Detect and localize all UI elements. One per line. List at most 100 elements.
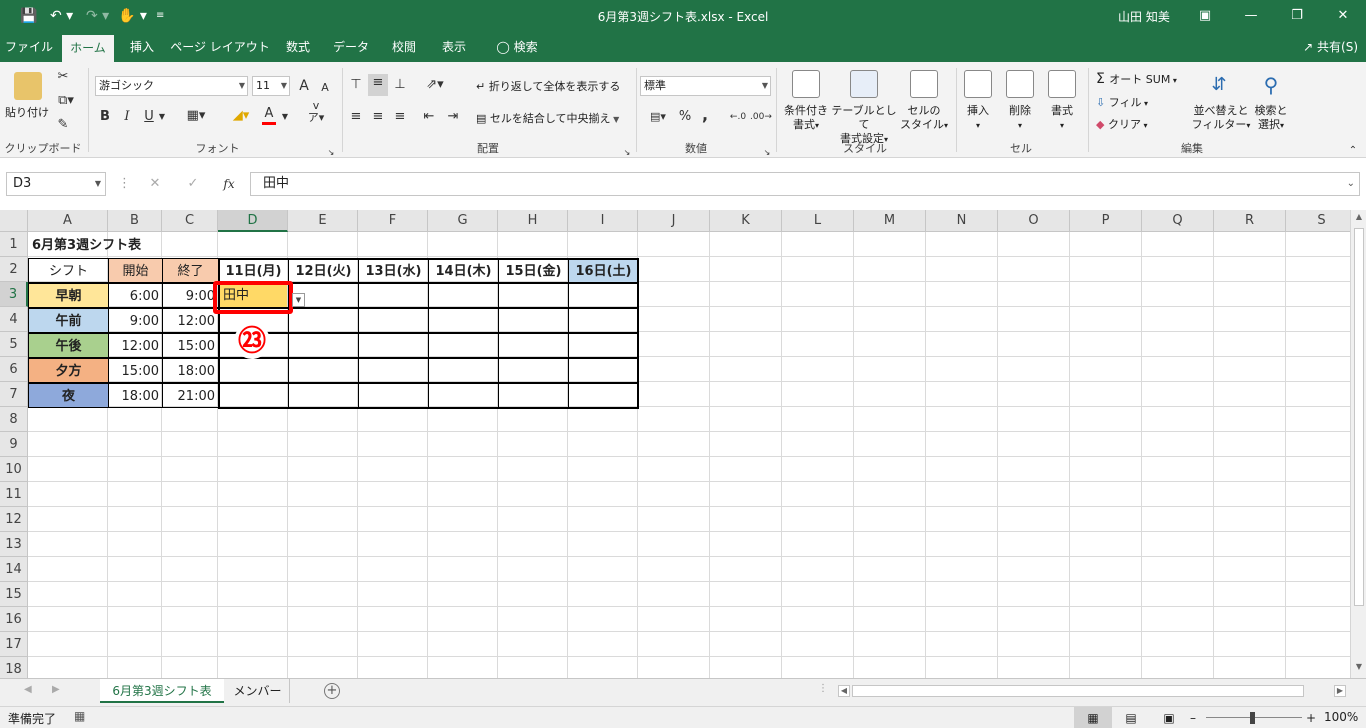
schedule-cell[interactable] xyxy=(498,308,569,333)
schedule-cell[interactable] xyxy=(568,308,639,333)
column-header[interactable]: F xyxy=(358,210,428,232)
row-header[interactable]: 16 xyxy=(0,607,28,632)
column-header[interactable]: Q xyxy=(1142,210,1214,232)
format-cells-icon[interactable] xyxy=(1048,70,1076,98)
minimize-button[interactable]: — xyxy=(1228,0,1274,32)
chevron-down-icon[interactable]: ▼ xyxy=(280,108,290,126)
schedule-cell[interactable] xyxy=(358,383,429,408)
delete-cells-button[interactable]: 削除 ▾ xyxy=(1000,104,1040,133)
column-header[interactable]: B xyxy=(108,210,162,232)
tab-file[interactable]: ファイル xyxy=(0,32,58,62)
row-header[interactable]: 9 xyxy=(0,432,28,457)
shift-end-cell[interactable]: 9:00 xyxy=(162,283,219,308)
schedule-cell[interactable] xyxy=(568,283,639,308)
schedule-cell[interactable] xyxy=(288,333,359,358)
shift-end-cell[interactable]: 18:00 xyxy=(162,358,219,383)
schedule-cell[interactable] xyxy=(498,383,569,408)
orientation-icon[interactable]: ⇗▾ xyxy=(420,76,450,94)
row-header[interactable]: 3 xyxy=(0,282,28,307)
tab-data[interactable]: データ xyxy=(326,32,376,62)
copy-icon[interactable]: ⧉▾ xyxy=(54,92,78,110)
share-button[interactable]: ↗ 共有(S) xyxy=(1303,32,1358,62)
column-header[interactable]: G xyxy=(428,210,498,232)
schedule-cell[interactable] xyxy=(358,333,429,358)
schedule-cell[interactable] xyxy=(568,358,639,383)
scroll-right-icon[interactable]: ▶ xyxy=(1334,685,1346,697)
add-sheet-icon[interactable]: + xyxy=(324,683,340,699)
percent-style-button[interactable]: % xyxy=(678,108,692,126)
dropdown-arrow-icon[interactable]: ▼ xyxy=(292,293,305,307)
scroll-left-icon[interactable]: ◀ xyxy=(838,685,850,697)
normal-view-icon[interactable]: ▦ xyxy=(1074,707,1112,728)
tab-scroll-left-icon[interactable]: ◀ xyxy=(24,684,32,695)
collapse-ribbon-icon[interactable]: ⌃ xyxy=(1346,142,1360,160)
row-header[interactable]: 17 xyxy=(0,632,28,657)
sheet-tab-active[interactable]: 6月第3週シフト表 xyxy=(100,679,224,703)
scroll-up-icon[interactable]: ▲ xyxy=(1353,212,1365,224)
tab-formulas[interactable]: 数式 xyxy=(276,32,320,62)
schedule-cell[interactable] xyxy=(428,358,499,383)
format-painter-icon[interactable]: ✎ xyxy=(54,116,72,134)
row-header[interactable]: 6 xyxy=(0,357,28,382)
vertical-scroll-thumb[interactable] xyxy=(1354,228,1364,606)
column-header[interactable]: L xyxy=(782,210,854,232)
schedule-cell[interactable] xyxy=(218,358,289,383)
delete-cells-icon[interactable] xyxy=(1006,70,1034,98)
format-as-table-icon[interactable] xyxy=(850,70,878,98)
comma-style-button[interactable]: , xyxy=(700,106,710,124)
insert-cells-icon[interactable] xyxy=(964,70,992,98)
column-header[interactable]: C xyxy=(162,210,218,232)
align-top-icon[interactable]: ⊤ xyxy=(348,76,364,94)
conditional-format-icon[interactable] xyxy=(792,70,820,98)
zoom-in-icon[interactable]: + xyxy=(1306,707,1316,728)
grow-font-icon[interactable]: A xyxy=(297,77,311,95)
paste-button[interactable]: 貼り付け xyxy=(4,106,50,120)
format-cells-button[interactable]: 書式 ▾ xyxy=(1042,104,1082,133)
zoom-out-icon[interactable]: – xyxy=(1190,707,1200,728)
schedule-cell[interactable] xyxy=(288,308,359,333)
vertical-scrollbar[interactable]: ▲ ▼ xyxy=(1350,210,1366,678)
bold-button[interactable]: B xyxy=(98,108,112,126)
confirm-entry-icon[interactable]: ✓ xyxy=(184,175,202,193)
dialog-launcher-icon[interactable]: ↘ xyxy=(622,144,632,162)
ribbon-display-icon[interactable]: ▣ xyxy=(1182,0,1228,32)
shift-name-cell[interactable]: 午前 xyxy=(28,308,109,333)
conditional-format-button[interactable]: 条件付き 書式▾ xyxy=(778,104,834,133)
cancel-entry-icon[interactable]: ✕ xyxy=(146,175,164,193)
tab-home[interactable]: ホーム xyxy=(62,35,114,62)
sheet-title-cell[interactable]: 6月第3週シフト表 xyxy=(29,233,218,258)
border-icon[interactable]: ▦▾ xyxy=(184,107,208,125)
shift-start-cell[interactable]: 12:00 xyxy=(108,333,163,358)
drag-handle-icon[interactable]: ⋮ xyxy=(118,175,131,193)
column-header[interactable]: D xyxy=(218,210,288,232)
column-header[interactable]: O xyxy=(998,210,1070,232)
shift-start-cell[interactable]: 6:00 xyxy=(108,283,163,308)
schedule-cell[interactable] xyxy=(428,383,499,408)
user-name[interactable]: 山田 知美 xyxy=(1118,8,1170,25)
column-header[interactable]: P xyxy=(1070,210,1142,232)
close-button[interactable]: ✕ xyxy=(1320,0,1366,32)
column-header[interactable]: H xyxy=(498,210,568,232)
schedule-cell[interactable] xyxy=(288,383,359,408)
cut-icon[interactable]: ✂ xyxy=(54,68,72,86)
row-header[interactable]: 13 xyxy=(0,532,28,557)
font-color-icon[interactable]: A xyxy=(262,106,276,125)
formula-input[interactable]: 田中 ⌄ xyxy=(250,172,1360,196)
clear-button[interactable]: ◆ クリア ▾ xyxy=(1096,118,1148,133)
schedule-cell[interactable] xyxy=(498,283,569,308)
row-header[interactable]: 1 xyxy=(0,232,28,257)
italic-button[interactable]: I xyxy=(120,108,134,126)
phonetic-icon[interactable]: ᴠ ア▾ xyxy=(306,100,326,124)
header-start-cell[interactable]: 開始 xyxy=(108,258,163,283)
schedule-cell[interactable] xyxy=(358,308,429,333)
row-header[interactable]: 11 xyxy=(0,482,28,507)
increase-indent-icon[interactable]: ⇥ xyxy=(444,108,462,126)
tell-me-search[interactable]: ◯ 検索 xyxy=(486,32,548,62)
wrap-text-button[interactable]: ↵ 折り返して全体を表示する xyxy=(476,80,620,94)
font-size-select[interactable]: 11 ▼ xyxy=(252,76,290,96)
column-header[interactable]: N xyxy=(926,210,998,232)
fill-button[interactable]: ⇩ フィル ▾ xyxy=(1096,96,1148,111)
schedule-cell[interactable] xyxy=(358,358,429,383)
schedule-cell[interactable] xyxy=(498,358,569,383)
find-select-icon[interactable]: ⚲ xyxy=(1256,70,1286,100)
